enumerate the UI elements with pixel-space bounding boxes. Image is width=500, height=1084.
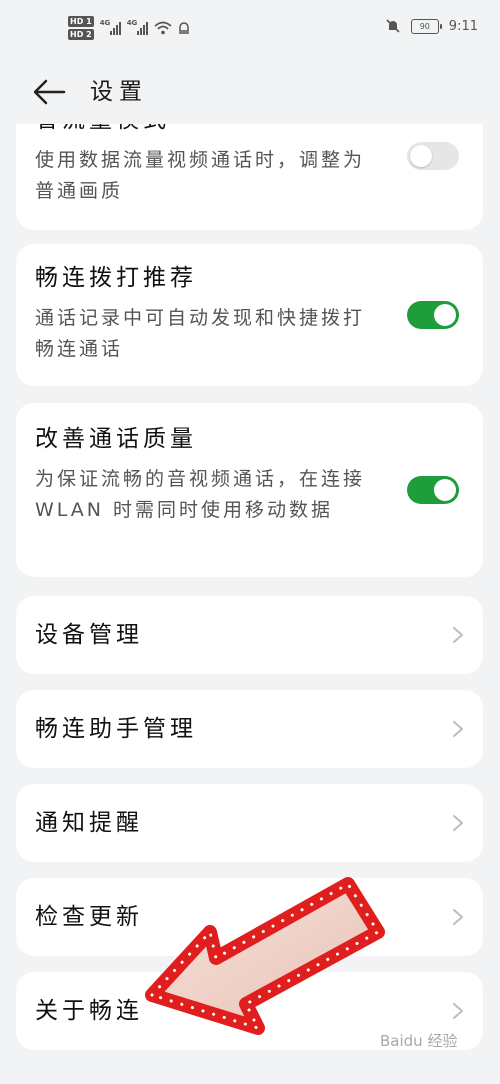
hd1-badge: HD 1: [68, 16, 94, 27]
hd-icons: HD 1 HD 2: [68, 16, 94, 40]
mute-bell-icon: [386, 19, 400, 33]
chevron-right-icon: [453, 721, 463, 737]
setting-title: 畅连拨打推荐: [35, 265, 197, 291]
wifi-icon: [154, 21, 172, 35]
chevron-right-icon: [453, 815, 463, 831]
signal-icon-2: 4G: [126, 19, 148, 35]
nav-item-label: 通知提醒: [35, 810, 143, 836]
header-backdrop: 设置: [0, 60, 500, 124]
nav-item-assistant-management[interactable]: 畅连助手管理: [16, 690, 483, 768]
status-bar: HD 1 HD 2 4G 4G 90 9:11: [0, 0, 500, 60]
status-right: 90 9:11: [385, 18, 478, 34]
setting-title: 改善通话质量: [35, 426, 197, 452]
toggle-knob: [434, 304, 456, 326]
nav-item-device-management[interactable]: 设备管理: [16, 596, 483, 674]
setting-description: 通话记录中可自动发现和快捷拨打畅连通话: [35, 307, 366, 360]
chevron-right-icon: [453, 909, 463, 925]
setting-description: 为保证流畅的音视频通话，在连接 WLAN 时需同时使用移动数据: [35, 468, 366, 521]
network-type-1: 4G: [99, 19, 111, 27]
notification-icon: [178, 22, 189, 34]
signal-icon: 4G: [99, 19, 121, 35]
watermark: Baidu 经验: [380, 1032, 458, 1050]
nav-item-label: 设备管理: [35, 622, 143, 648]
call-quality-toggle[interactable]: [407, 476, 459, 504]
nav-item-check-update[interactable]: 检查更新: [16, 878, 483, 956]
chevron-right-icon: [453, 627, 463, 643]
toggle-knob: [434, 479, 456, 501]
setting-description: 使用数据流量视频通话时，调整为普通画质: [35, 149, 366, 202]
battery-icon: 90: [410, 18, 442, 34]
nav-item-label: 畅连助手管理: [35, 716, 197, 742]
network-type-2: 4G: [126, 19, 138, 27]
clock: 9:11: [448, 18, 478, 34]
nav-item-notifications[interactable]: 通知提醒: [16, 784, 483, 862]
page-title-label: 设置: [90, 79, 148, 105]
toggle-knob: [410, 145, 432, 167]
back-button[interactable]: [30, 74, 70, 110]
video-quality-toggle[interactable]: [407, 142, 459, 170]
setting-card-call-quality: 改善通话质量 为保证流畅的音视频通话，在连接 WLAN 时需同时使用移动数据: [16, 403, 483, 577]
chevron-right-icon: [453, 1003, 463, 1019]
status-left: HD 1 HD 2 4G 4G: [68, 16, 190, 40]
setting-card-dial-recommend: 畅连拨打推荐 通话记录中可自动发现和快捷拨打畅连通话: [16, 244, 483, 386]
nav-item-label: 关于畅连: [35, 998, 143, 1024]
hd2-badge: HD 2: [68, 29, 94, 40]
dial-recommend-toggle[interactable]: [407, 301, 459, 329]
nav-item-label: 检查更新: [35, 904, 143, 930]
